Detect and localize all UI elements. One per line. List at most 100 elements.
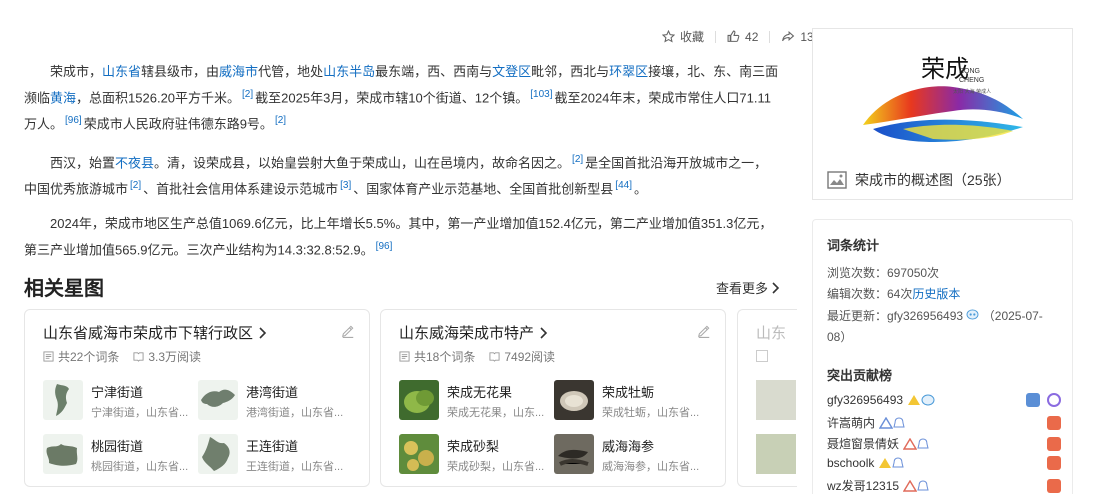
contributor-row[interactable]: gfy326956493 (827, 393, 1061, 407)
link-buye[interactable]: 不夜县 (115, 155, 154, 170)
chevron-right-icon (259, 326, 267, 339)
card-title[interactable]: 山东威海荣成市特产 (399, 322, 548, 343)
view-more-link[interactable]: 查看更多 (716, 278, 780, 297)
citation[interactable]: [44] (615, 180, 632, 191)
link-shandong-peninsula[interactable]: 山东半岛 (323, 64, 375, 79)
contributor-name: gfy326956493 (827, 393, 904, 407)
rank-badge-icon (1047, 436, 1061, 451)
summary-paragraph-1: 荣成市，山东省辖县级市，由威海市代管，地处山东半岛最东端，西、西南与文登区毗邻，… (24, 60, 779, 136)
logo-en-text-2: CHENG (959, 77, 984, 84)
map-thumbnail (198, 380, 238, 420)
update-date: （2025-07- (982, 309, 1043, 323)
rank-badges (1043, 478, 1061, 493)
card-title[interactable]: 山东省威海市荣成市下辖行政区 (43, 322, 267, 343)
card-item[interactable]: 荣成牡蛎 荣成牡蛎，山东省... (554, 380, 704, 424)
rank-badge-icon (1047, 456, 1061, 470)
text: 。 (633, 181, 647, 197)
card-item[interactable]: 王连街道 王连街道，山东省... (198, 434, 348, 478)
item-name: 港湾街道 (246, 385, 299, 400)
bell-badge-icon (893, 416, 905, 427)
map-thumbnail (198, 434, 238, 474)
contributor-name: bschoolk (827, 456, 875, 470)
album-caption-text: 荣成市的概述图（25张） (855, 172, 1011, 188)
bell-badge-icon (917, 437, 929, 448)
link-wendeng[interactable]: 文登区 (492, 64, 531, 79)
related-card[interactable]: 山东威海荣成市特产 共18个词条 7492阅读 荣成无花果 荣成无花果，山东...… (380, 309, 726, 487)
warning-badge-icon (903, 437, 918, 450)
edit-icon[interactable] (697, 324, 711, 338)
read-count-text: 3.3万阅读 (148, 350, 202, 364)
link-yellow-sea[interactable]: 黄海 (50, 90, 76, 105)
updater-name[interactable]: 最近更新：gfy326956493 (827, 309, 963, 323)
stats-title: 词条统计 (827, 238, 880, 253)
contributor-row[interactable]: 聂煊窗景倩妖 (827, 435, 1061, 452)
collect-label: 收藏 (680, 30, 705, 44)
citation[interactable]: [103] (530, 89, 552, 100)
citation[interactable]: [3] (340, 180, 351, 191)
contributor-row[interactable]: bschoolk (827, 456, 1061, 470)
text: 代管，地处 (258, 64, 324, 79)
link-shandong[interactable]: 山东省 (102, 64, 141, 79)
document-icon (399, 351, 410, 362)
entry-actions: 收藏 42 13 (662, 28, 814, 45)
citation[interactable]: [96] (65, 115, 82, 126)
card-item[interactable]: 港湾街道 港湾街道，山东省... (198, 380, 348, 424)
shield-badge-icon (1026, 393, 1040, 407)
entry-count-text: 共22个词条 (58, 350, 120, 364)
item-name: 宁津街道 (91, 385, 144, 400)
contributors-title: 突出贡献榜 (827, 368, 893, 383)
link-huancui[interactable]: 环翠区 (609, 64, 648, 79)
card-item[interactable]: 桃园街道 桃园街道，山东省... (43, 434, 193, 478)
history-version-link[interactable]: 历史版本 (912, 287, 960, 301)
summary-paragraph-3: 2024年，荣成市地区生产总值1069.6亿元，比上年增长5.5%。其中，第一产… (24, 212, 779, 261)
collect-button[interactable]: 收藏 (662, 28, 704, 45)
text: 辖县级市，由 (141, 64, 220, 79)
related-card-partial[interactable]: 山东 (737, 309, 797, 487)
card-item[interactable]: 宁津街道 宁津街道，山东省... (43, 380, 193, 424)
item-desc: 荣成无花果，山东... (447, 407, 545, 419)
contributor-name: wz发哥12315 (827, 479, 900, 493)
sea-cucumber-photo (554, 434, 594, 474)
contributor-row[interactable]: 许嵩萌内 (827, 414, 1061, 431)
contributor-name: 聂煊窗景倩妖 (827, 437, 900, 451)
text: 截至2025年3月，荣成市辖10个街道、12个镇。 (255, 90, 529, 106)
card-meta: 共22个词条 3.3万阅读 (43, 348, 201, 365)
item-name: 威海海参 (602, 439, 655, 454)
citation[interactable]: [2] (572, 154, 583, 165)
item-name: 桃园街道 (91, 439, 144, 454)
item-name: 荣成无花果 (447, 385, 513, 400)
rank-badges (1043, 456, 1061, 470)
album-caption[interactable]: 荣成市的概述图（25张） (827, 170, 1011, 190)
map-thumbnail (43, 380, 83, 420)
thumbnail (756, 434, 796, 474)
view-more-label: 查看更多 (716, 281, 769, 296)
user-badge-icon (966, 309, 979, 320)
rank-badges (1043, 436, 1061, 451)
user-badge-icon (921, 394, 935, 406)
share-button[interactable]: 13 (781, 30, 814, 44)
chevron-right-icon (772, 281, 780, 294)
star-icon (662, 30, 675, 43)
text: 。清，设荣成县，以始皇尝射大鱼于荣成山，山在邑境内，故命名因之。 (154, 154, 571, 170)
citation[interactable]: [2] (242, 89, 253, 100)
overview-album[interactable]: 荣成 RONG CHENG 太阳 大海 荣成人 荣成市的概述图（25张） (812, 28, 1073, 200)
related-section-title: 相关星图 (24, 278, 104, 300)
edit-count: 编辑次数：64次历史版本 (827, 285, 960, 302)
text: 、国家体育产业示范基地、全国首批创新型县 (353, 181, 614, 197)
warning-badge-icon (879, 416, 894, 429)
document-icon (756, 350, 768, 362)
contributor-row[interactable]: wz发哥12315 (827, 477, 1061, 494)
link-weihai[interactable]: 威海市 (219, 64, 258, 79)
like-button[interactable]: 42 (727, 30, 758, 44)
citation[interactable]: [2] (275, 115, 286, 126)
fig-photo (399, 380, 439, 420)
related-card[interactable]: 山东省威海市荣成市下辖行政区 共22个词条 3.3万阅读 宁津街道 宁津街道，山东… (24, 309, 370, 487)
card-item[interactable]: 荣成砂梨 荣成砂梨，山东省... (399, 434, 549, 478)
text: 荣成市， (50, 64, 103, 79)
citation[interactable]: [2] (130, 180, 141, 191)
warning-badge-icon (908, 395, 921, 405)
card-item[interactable]: 荣成无花果荣成无花果，山东... (399, 380, 549, 424)
citation[interactable]: [96] (376, 241, 393, 252)
edit-icon[interactable] (341, 324, 355, 338)
card-item[interactable]: 威海海参 威海海参，山东省... (554, 434, 704, 478)
